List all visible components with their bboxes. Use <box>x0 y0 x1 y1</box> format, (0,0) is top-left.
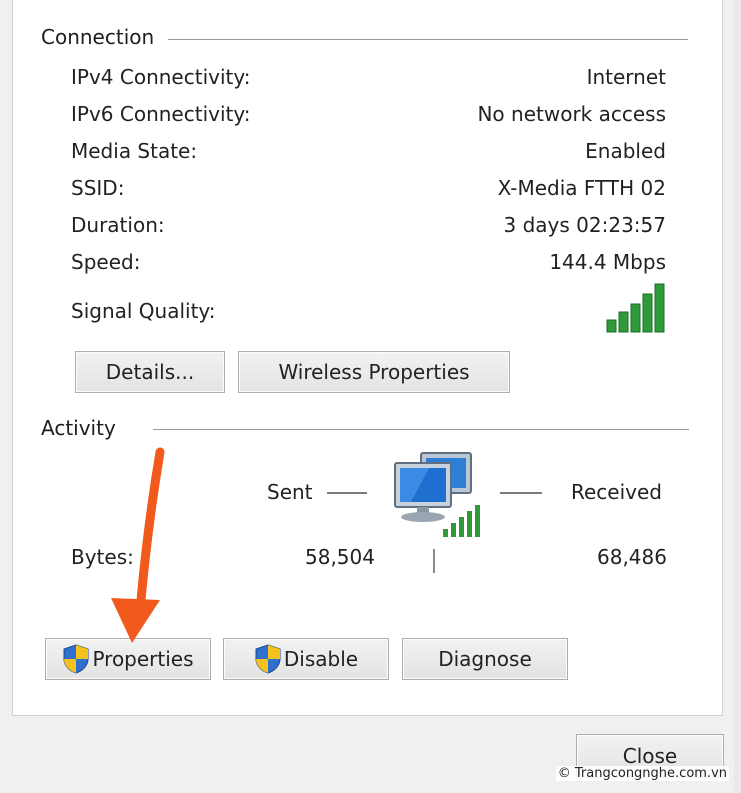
annotation-arrow-icon <box>111 447 165 643</box>
watermark-text: © Trangcongnghe.com.vn <box>555 766 729 781</box>
wifi-status-dialog: Connection IPv4 Connectivity: Internet I… <box>0 0 741 793</box>
